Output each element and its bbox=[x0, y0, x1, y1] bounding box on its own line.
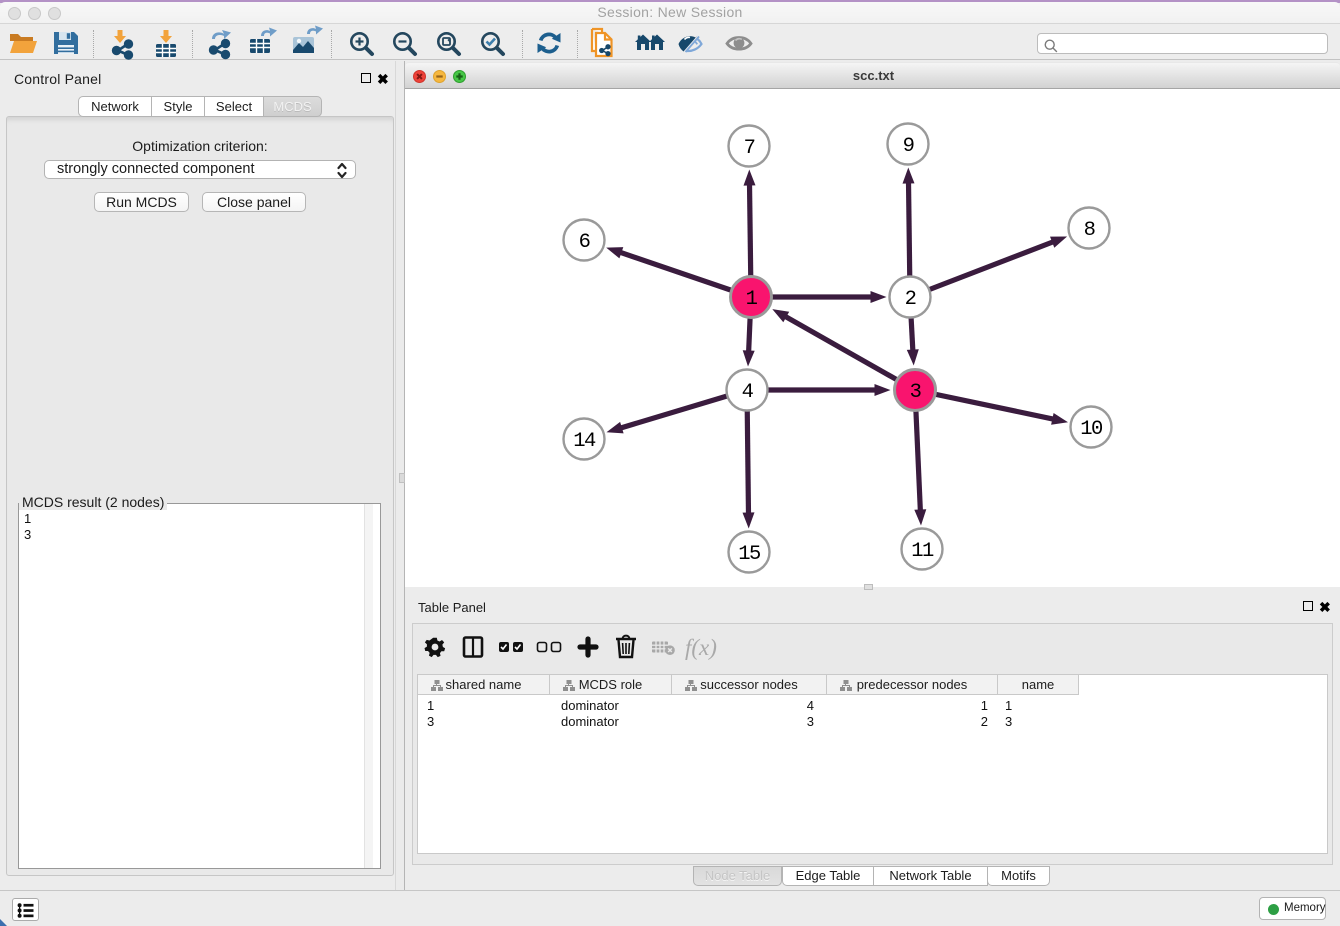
svg-text:2: 2 bbox=[905, 288, 916, 311]
svg-text:7: 7 bbox=[744, 137, 755, 160]
svg-text:14: 14 bbox=[573, 430, 596, 453]
svg-text:10: 10 bbox=[1080, 418, 1103, 441]
svg-text:8: 8 bbox=[1084, 219, 1095, 242]
svg-text:4: 4 bbox=[742, 381, 754, 404]
svg-text:6: 6 bbox=[579, 231, 590, 254]
svg-text:3: 3 bbox=[910, 381, 921, 404]
svg-text:15: 15 bbox=[738, 543, 760, 566]
svg-text:1: 1 bbox=[746, 288, 758, 311]
svg-text:9: 9 bbox=[903, 135, 914, 158]
svg-text:11: 11 bbox=[911, 540, 934, 563]
svg-text:f(x): f(x) bbox=[685, 635, 717, 660]
